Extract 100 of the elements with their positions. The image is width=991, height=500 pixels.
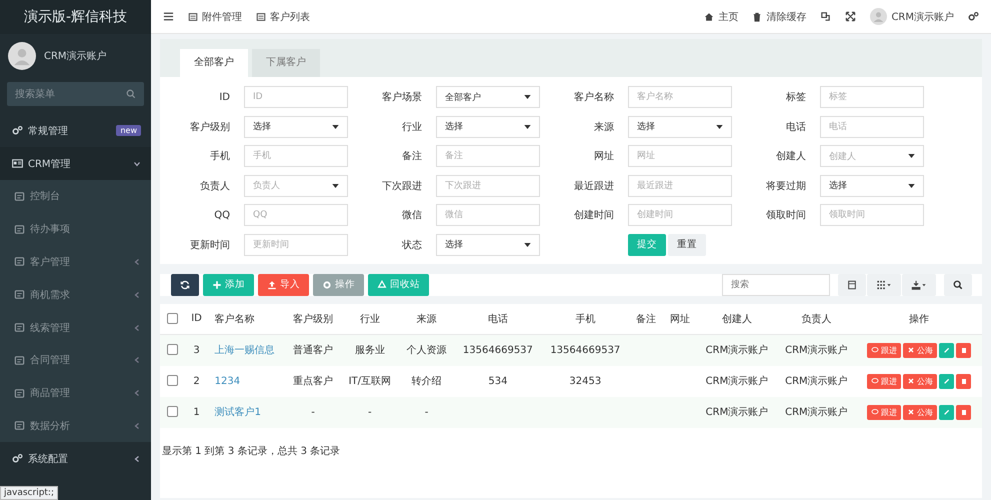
table-cell: 个人资源 xyxy=(406,345,447,356)
field-label: 微信 xyxy=(401,209,422,222)
delete-button[interactable] xyxy=(956,374,972,388)
field-label: 下次跟进 xyxy=(381,180,422,192)
refresh-icon xyxy=(180,280,190,290)
input-field[interactable]: 创建时间 xyxy=(628,204,732,226)
home-link[interactable]: 主页 xyxy=(704,10,738,24)
caret-icon xyxy=(524,124,531,128)
row-checkbox[interactable] xyxy=(166,375,178,386)
tab[interactable]: 下属客户 xyxy=(252,49,320,77)
import-button[interactable]: 导入 xyxy=(258,274,309,296)
nav-tab[interactable]: 附件管理 xyxy=(188,10,242,24)
submenu-item[interactable]: 商品管理 xyxy=(0,376,151,410)
caret-icon xyxy=(332,184,339,188)
input-field[interactable]: 备注 xyxy=(436,145,540,167)
table-cell: 13564669537 xyxy=(550,344,620,356)
public-pool-button[interactable]: 公海 xyxy=(903,374,938,388)
add-button[interactable]: 添加 xyxy=(203,274,254,296)
edit-button[interactable] xyxy=(939,342,954,358)
table-cell: CRM演示账户 xyxy=(706,376,768,387)
input-field[interactable]: 客户名称 xyxy=(628,86,732,108)
select-field[interactable]: 选择 xyxy=(820,174,924,196)
delete-button[interactable] xyxy=(956,342,972,358)
submenu-item[interactable]: 商机需求 xyxy=(0,278,151,312)
menu-item[interactable]: CRM管理 xyxy=(0,147,151,180)
follow-up-button[interactable]: 跟进 xyxy=(867,404,902,420)
delete-button[interactable] xyxy=(956,404,972,420)
input-field[interactable]: 电话 xyxy=(820,116,924,138)
menu-item-icon xyxy=(14,354,25,366)
nav-tab[interactable]: 客户列表 xyxy=(256,10,310,24)
field-label: 创建时间 xyxy=(573,208,614,222)
column-header: 行业 xyxy=(340,304,399,334)
avatar-icon xyxy=(8,42,36,70)
submit-button[interactable]: 提交 xyxy=(628,234,666,256)
clear-cache-link[interactable]: 清除缓存 xyxy=(752,10,806,24)
column-header: 操作 xyxy=(856,304,982,334)
fullscreen-icon[interactable] xyxy=(845,11,856,22)
settings-icon[interactable] xyxy=(968,11,979,22)
table-search-field[interactable]: 搜索 xyxy=(722,274,830,296)
public-pool-button[interactable]: 公海 xyxy=(903,342,938,358)
input-field[interactable]: 领取时间 xyxy=(820,204,924,226)
submenu-item[interactable]: 合同管理 xyxy=(0,344,151,377)
submenu-item[interactable]: 客户管理 xyxy=(0,246,151,278)
select-field[interactable]: 选择 xyxy=(436,234,540,256)
close-icon xyxy=(907,377,916,385)
operate-button[interactable]: 操作 xyxy=(313,274,364,296)
table-cell: - xyxy=(311,406,315,418)
table-cell: IT/互联网 xyxy=(348,376,392,387)
table-cell: CRM演示账户 xyxy=(785,376,848,387)
follow-up-button[interactable]: 跟进 xyxy=(867,374,902,388)
close-icon xyxy=(907,408,916,416)
menu-item[interactable]: 系统配置 xyxy=(0,442,151,476)
public-pool-button[interactable]: 公海 xyxy=(903,404,938,420)
customer-name-link[interactable]: 1234 xyxy=(214,376,240,386)
recycle-button[interactable]: 回收站 xyxy=(368,274,429,296)
row-checkbox[interactable] xyxy=(166,406,178,418)
select-field[interactable]: 选择 xyxy=(436,116,540,138)
menu-item[interactable]: 常规管理 new xyxy=(0,114,151,147)
column-header: 客户级别 xyxy=(285,304,341,334)
row-checkbox[interactable] xyxy=(166,344,178,356)
tab[interactable]: 全部客户 xyxy=(180,49,248,77)
input-field[interactable]: 最近跟进 xyxy=(628,174,732,196)
table-cell: 2 xyxy=(193,376,200,386)
submenu-item[interactable]: 待办事项 xyxy=(0,212,151,246)
select-field[interactable]: 创建人 xyxy=(820,145,924,167)
gears-icon xyxy=(12,453,23,464)
input-field[interactable]: 更新时间 xyxy=(244,234,348,256)
table-icon xyxy=(847,280,857,290)
select-field[interactable]: 全部客户 xyxy=(436,86,540,108)
menu-icon[interactable] xyxy=(163,11,174,22)
input-field[interactable]: ID xyxy=(244,86,348,108)
input-field[interactable]: 标签 xyxy=(820,86,924,108)
menu-search-field[interactable]: 搜索菜单 xyxy=(7,82,144,106)
submenu-item[interactable]: 线索管理 xyxy=(0,311,151,344)
refresh-button[interactable] xyxy=(171,274,199,296)
field-label: 行业 xyxy=(401,120,422,134)
select-field[interactable]: 负责人 xyxy=(244,174,348,196)
column-header: 网址 xyxy=(663,304,698,334)
select-field[interactable]: 选择 xyxy=(244,116,348,138)
column-header: 创建人 xyxy=(697,304,777,334)
input-field[interactable]: 下次跟进 xyxy=(436,174,540,196)
field-label: 客户名称 xyxy=(573,90,614,104)
edit-button[interactable] xyxy=(939,404,954,420)
select-all-checkbox[interactable] xyxy=(166,312,178,324)
input-field[interactable]: 微信 xyxy=(436,204,540,226)
chevron-left-icon xyxy=(133,356,141,364)
edit-button[interactable] xyxy=(939,374,954,388)
field-label: 备注 xyxy=(401,150,422,163)
app-title: 演示版-辉信科技 xyxy=(0,0,151,34)
select-field[interactable]: 选择 xyxy=(628,116,732,138)
submenu-item[interactable]: 数据分析 xyxy=(0,410,151,442)
input-field[interactable]: 手机 xyxy=(244,145,348,167)
table-cell: 534 xyxy=(488,376,508,386)
user-menu[interactable]: CRM演示账户 xyxy=(891,10,954,24)
reset-button[interactable]: 重置 xyxy=(668,234,706,256)
submenu-item[interactable]: 控制台 xyxy=(0,180,151,213)
avatar-icon xyxy=(870,8,888,25)
input-field[interactable]: 网址 xyxy=(628,145,732,167)
input-field[interactable]: QQ xyxy=(244,204,348,226)
follow-up-button[interactable]: 跟进 xyxy=(867,342,902,358)
